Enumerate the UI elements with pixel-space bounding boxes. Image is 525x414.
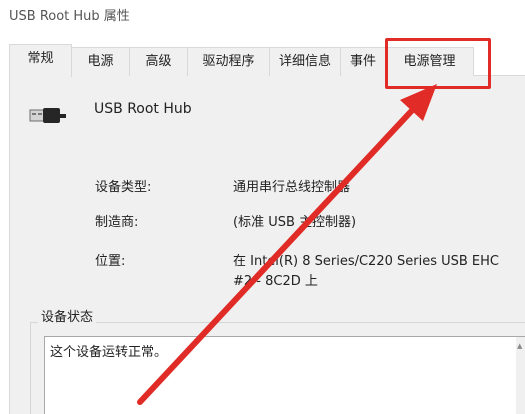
annotation-arrow <box>137 84 437 405</box>
arrow-shaft <box>137 101 421 405</box>
